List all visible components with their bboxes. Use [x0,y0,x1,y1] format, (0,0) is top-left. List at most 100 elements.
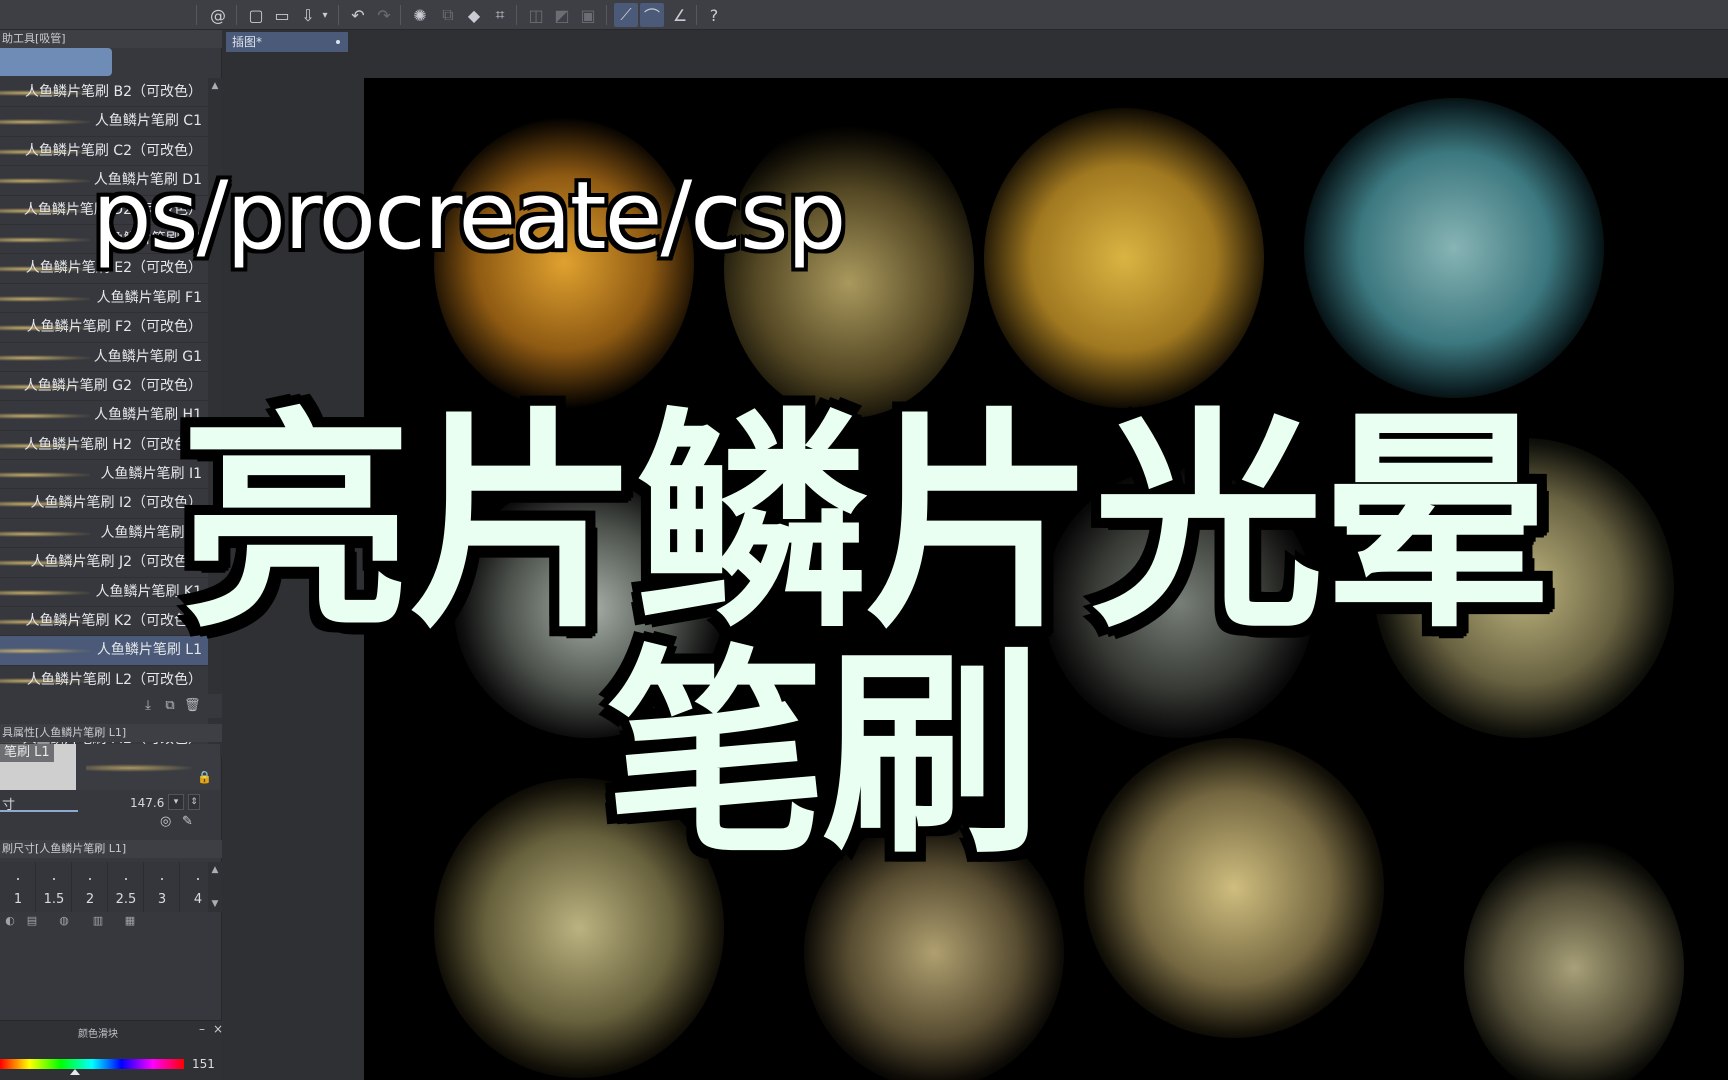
brush-size-value[interactable]: 147.6 [130,796,164,810]
brush-size-preset[interactable]: 2 [72,862,108,912]
brush-label: 人鱼鳞片笔刷 H2（可改色） [24,436,202,453]
scroll-down-icon[interactable]: ▼ [209,898,221,910]
app-window: @ ▢ ▭ ⇩ ▾ ↶ ↷ ✺ ⧉ ◆ ⌗ ◫ ◩ ▣ ⟋ ⌒ ∠ ? 助工具[… [0,0,1728,1080]
brush-size-preset[interactable]: 3 [144,862,180,912]
presets-scrollbar[interactable]: ▲ ▼ [208,862,222,912]
color-panel-title: 颜色滑块 [78,1029,118,1040]
brush-size-slider[interactable] [0,810,78,812]
preset-dot [16,878,19,880]
transform-icon[interactable]: ⌗ [488,3,512,27]
hue-slider[interactable] [0,1059,184,1069]
brush-stroke-preview: 🔒 [76,744,220,790]
preset-label: 2.5 [115,892,137,907]
spiral-icon[interactable]: @ [206,3,230,27]
lock-icon[interactable]: 🔒 [197,770,212,784]
size-dropdown-button[interactable]: ▾ [168,794,184,810]
brush-list-item[interactable]: 人鱼鳞片笔刷 H2（可改色） [0,431,208,461]
panel-mini-tabs: ◐ ▤ ◍ ▥ ▦ [0,914,222,930]
help-icon[interactable]: ? [702,3,726,27]
brush-stroke-thumbnail [0,413,90,420]
export-icon[interactable]: ⇩ [296,3,320,27]
mini-tab[interactable]: ▥ [88,914,108,928]
brush-list-item[interactable]: 人鱼鳞片笔刷 G2（可改色） [0,372,208,402]
fill-icon[interactable]: ◆ [462,3,486,27]
brush-list-item[interactable]: 人鱼鳞片笔刷 B2（可改色） [0,78,208,108]
sub-tool-group-tab[interactable] [0,48,112,76]
overlay-subtitle: ps/procreate/csp [92,162,846,271]
preset-label: 2 [85,892,95,907]
brush-list-item[interactable]: 人鱼鳞片笔刷 C1 [0,107,208,137]
overlay-title-line2: 笔刷 [606,627,1042,883]
mini-tab[interactable]: ◍ [54,914,74,928]
brush-stroke-thumbnail [0,236,90,243]
brush-list-item[interactable]: 人鱼鳞片笔刷 I1 [0,460,208,490]
brush-list-item[interactable]: 人鱼鳞片笔刷 K1 [0,578,208,608]
undo-icon[interactable]: ↶ [346,3,370,27]
mini-tab[interactable]: ▦ [120,914,140,928]
scroll-up-icon[interactable]: ▲ [209,80,221,92]
canvas-tab[interactable]: 插图* [226,32,348,52]
preset-label: 1 [13,892,23,907]
color-slider-panel: 颜色滑块 – × 151 ⇕ [0,1020,246,1080]
mini-tab[interactable]: ◐ [0,914,20,928]
redo-icon[interactable]: ↷ [372,3,396,27]
hue-slider-handle[interactable] [70,1069,80,1075]
overlay-title-line1: 亮片鳞片光晕 [180,389,1552,659]
toolbar-separator [338,5,339,25]
close-tab-icon[interactable] [336,40,340,44]
toolbar-separator [400,5,401,25]
hue-value[interactable]: 151 [192,1057,215,1071]
preset-dot [124,878,127,880]
brush-size-row[interactable]: 寸 147.6 ▾ ⇕ [0,792,222,814]
stop-icon[interactable]: ▣ [576,3,600,27]
wrench-icon[interactable]: ✎ [182,814,193,829]
brush-list-item[interactable]: 人鱼鳞片笔刷 J2（可改色） [0,548,208,578]
brush-list-item[interactable]: 人鱼鳞片笔刷 H1 [0,401,208,431]
brush-label: 人鱼鳞片笔刷 C1 [94,113,202,130]
chevron-down-icon[interactable]: ▾ [318,3,332,27]
brush-stroke-thumbnail [0,119,90,126]
brush-size-preset[interactable]: 1.5 [36,862,72,912]
brush-label: 人鱼鳞片笔刷 G2（可改色） [23,377,202,394]
curve-snap-icon[interactable]: ⌒ [640,3,664,27]
mini-tab[interactable]: ▤ [22,914,42,928]
angle-snap-icon[interactable]: ∠ [668,3,692,27]
brush-list-item[interactable]: 人鱼鳞片笔刷 L2（可改色） [0,666,208,696]
scroll-up-icon[interactable]: ▲ [209,864,221,876]
brush-size-preset[interactable]: 2.5 [108,862,144,912]
tool-property-header[interactable]: 具属性[人鱼鳞片笔刷 L1] [0,724,222,742]
brush-label: 人鱼鳞片笔刷 G1 [93,348,202,365]
download-icon[interactable]: ⤓ [140,698,156,714]
brush-list-item[interactable]: 人鱼鳞片笔刷 J1 [0,519,208,549]
settings-dial-icon[interactable]: ◎ [160,814,171,829]
brush-size-preset[interactable]: 1 [0,862,36,912]
brush-stroke-thumbnail [0,530,90,537]
brush-list-item[interactable]: 人鱼鳞片笔刷 I2（可改色） [0,489,208,519]
brush-size-header[interactable]: 刷尺寸[人鱼鳞片笔刷 L1] [0,840,222,858]
trash-icon[interactable]: 🗑 [184,698,201,714]
open-folder-icon[interactable]: ▭ [270,3,294,27]
clear-icon[interactable]: ◫ [524,3,548,27]
preset-dot [196,878,199,880]
toolbar-separator [696,5,697,25]
ruler-snap-icon[interactable]: ⟋ [614,3,638,27]
brush-preview-label: 笔刷 L1 [0,744,54,762]
brush-list-item[interactable]: 人鱼鳞片笔刷 F2（可改色） [0,313,208,343]
brush-list-item[interactable]: 人鱼鳞片笔刷 K2（可改色） [0,607,208,637]
brush-label: 人鱼鳞片笔刷 J2（可改色） [30,554,203,571]
new-layer-icon[interactable]: ▢ [244,3,268,27]
preset-label: 1.5 [43,892,65,907]
brush-list-footer: ⤓ ⧉ 🗑 [0,694,222,718]
brush-list-item[interactable]: 人鱼鳞片笔刷 G1 [0,343,208,372]
minimize-icon[interactable]: – [196,1023,208,1035]
duplicate-icon[interactable]: ⧉ [162,698,178,714]
toolbar-separator [196,5,197,25]
copy-icon[interactable]: ⧉ [436,3,460,27]
brush-list-item[interactable]: 人鱼鳞片笔刷 F1 [0,284,208,314]
sub-tool-panel-header[interactable]: 助工具[吸管] [0,30,222,48]
loading-icon[interactable]: ✺ [408,3,432,27]
brush-list-item[interactable]: 人鱼鳞片笔刷 L1 [0,636,208,666]
brush-label: 人鱼鳞片笔刷 L2（可改色） [26,671,202,688]
size-spinner[interactable]: ⇕ [188,794,200,810]
fill-selection-icon[interactable]: ◩ [550,3,574,27]
